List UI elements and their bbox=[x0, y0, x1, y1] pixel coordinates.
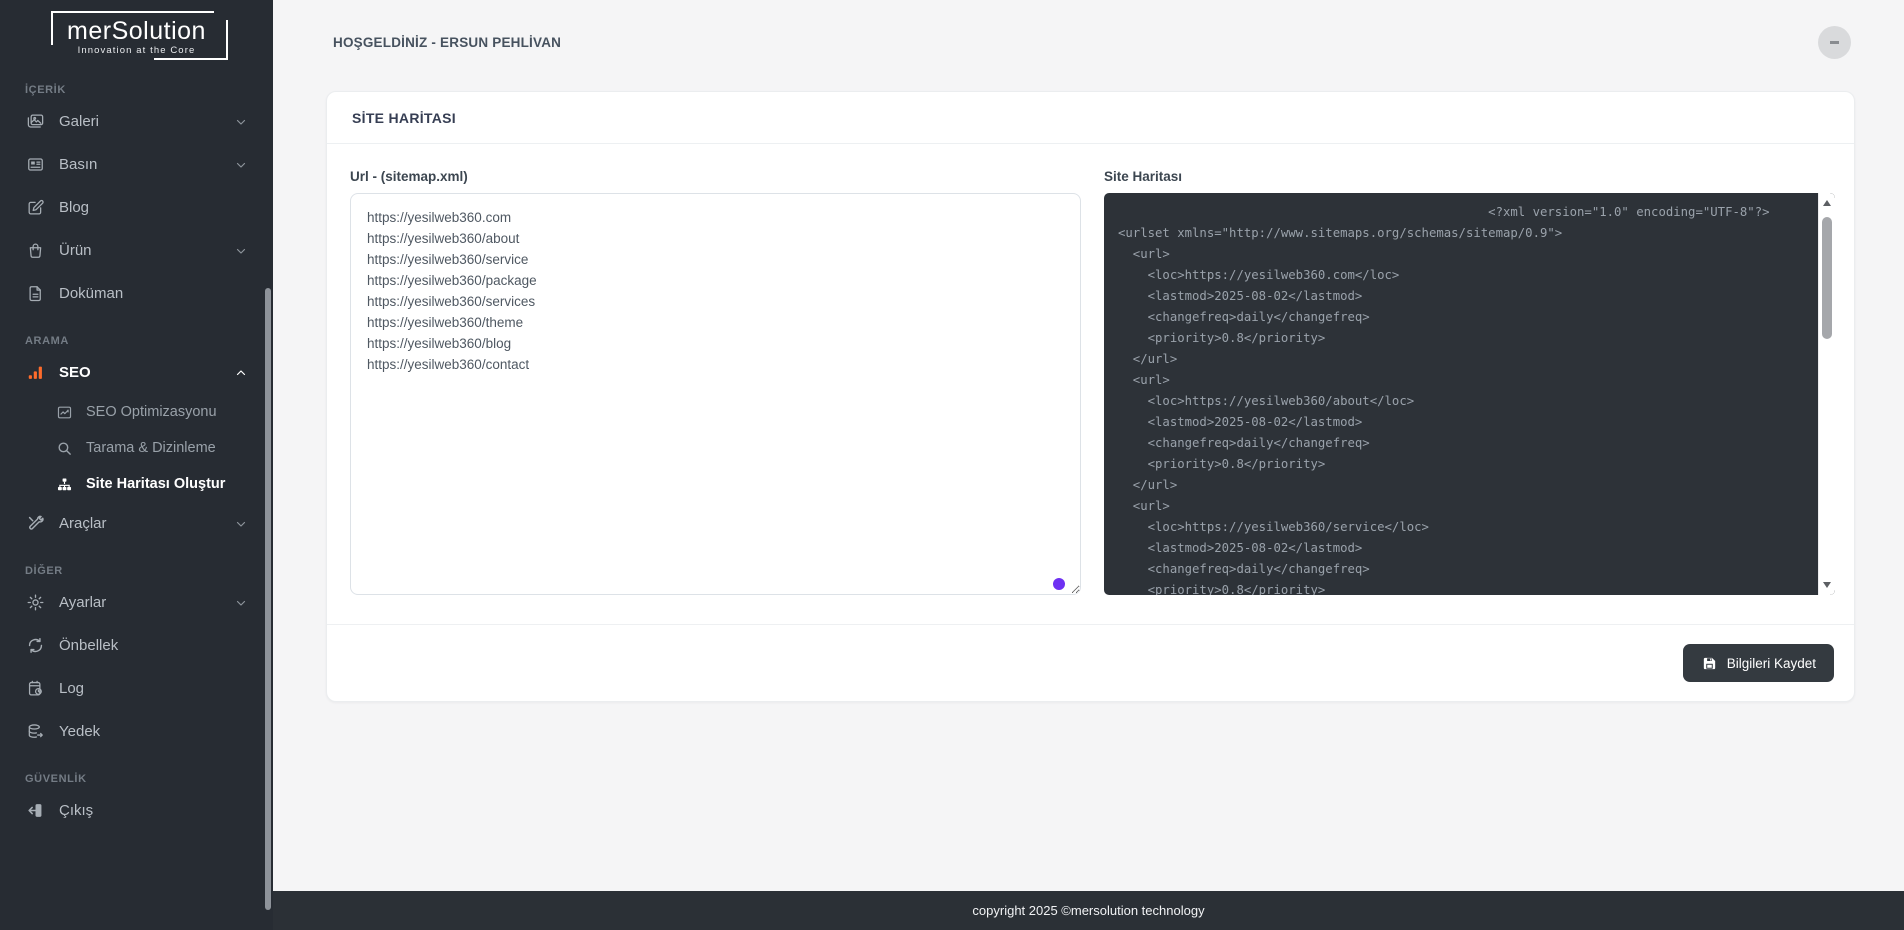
sidebar-item-galeri[interactable]: Galeri bbox=[0, 100, 273, 143]
sitemap-column: Site Haritası <?xml version="1.0" encodi… bbox=[1104, 169, 1835, 600]
search-icon bbox=[55, 439, 73, 457]
sidebar-item-label: Blog bbox=[59, 199, 247, 216]
sidebar-scrollbar[interactable] bbox=[265, 288, 271, 910]
welcome-text: HOŞGELDİNİZ - ERSUN PEHLİVAN bbox=[333, 35, 561, 50]
sidebar-item-label: Log bbox=[59, 680, 247, 697]
scrollbar-arrow-up-icon[interactable] bbox=[1823, 200, 1831, 206]
sidebar-item-label: Çıkış bbox=[59, 802, 247, 819]
sidebar-item-onbellek[interactable]: Önbellek bbox=[0, 624, 273, 667]
sidebar-item-seo[interactable]: SEO bbox=[0, 351, 273, 394]
avatar-button[interactable] bbox=[1818, 26, 1851, 59]
purple-indicator-dot[interactable] bbox=[1053, 578, 1065, 590]
tools-icon bbox=[25, 514, 45, 534]
sidebar-item-label: SEO Optimizasyonu bbox=[86, 404, 247, 420]
chevron-down-icon bbox=[235, 159, 247, 171]
sidebar-item-label: Araçlar bbox=[59, 515, 221, 532]
sidebar-item-label: Tarama & Dizinleme bbox=[86, 440, 247, 456]
sitemap-xml-code[interactable]: <?xml version="1.0" encoding="UTF-8"?> <… bbox=[1104, 193, 1818, 595]
section-label-guvenlik: GÜVENLİK bbox=[25, 773, 273, 785]
sidebar-item-label: Ürün bbox=[59, 242, 221, 259]
sidebar-item-label: Ayarlar bbox=[59, 594, 221, 611]
broken-avatar-icon bbox=[1830, 41, 1839, 44]
save-floppy-icon bbox=[1701, 655, 1718, 672]
card-body: Url - (sitemap.xml) Site Haritası <?xml … bbox=[327, 144, 1854, 624]
save-button[interactable]: Bilgileri Kaydet bbox=[1683, 644, 1834, 682]
save-button-label: Bilgileri Kaydet bbox=[1727, 656, 1816, 671]
sidebar-item-site-haritasi-olustur[interactable]: Site Haritası Oluştur bbox=[0, 466, 273, 502]
card-footer: Bilgileri Kaydet bbox=[327, 624, 1854, 701]
chevron-down-icon bbox=[235, 245, 247, 257]
card-header: SİTE HARİTASI bbox=[327, 92, 1854, 144]
sidebar-item-label: Basın bbox=[59, 156, 221, 173]
sidebar-item-seo-optimizasyonu[interactable]: SEO Optimizasyonu bbox=[0, 394, 273, 430]
main-area: HOŞGELDİNİZ - ERSUN PEHLİVAN SİTE HARİTA… bbox=[273, 0, 1904, 930]
gallery-icon bbox=[25, 112, 45, 132]
sidebar-item-label: Galeri bbox=[59, 113, 221, 130]
chevron-down-icon bbox=[235, 518, 247, 530]
copyright-text: copyright 2025 ©mersolution technology bbox=[972, 903, 1204, 918]
section-label-arama: ARAMA bbox=[25, 335, 273, 347]
blog-icon bbox=[25, 198, 45, 218]
scrollbar-thumb[interactable] bbox=[1822, 217, 1832, 339]
document-icon bbox=[25, 284, 45, 304]
sidebar-item-yedek[interactable]: Yedek bbox=[0, 710, 273, 753]
logo-title: merSolution bbox=[67, 18, 206, 44]
sitemap-url-textarea[interactable] bbox=[350, 193, 1081, 595]
seo-bars-icon bbox=[25, 363, 45, 383]
sidebar-item-urun[interactable]: Ürün bbox=[0, 229, 273, 272]
sidebar-item-label: Doküman bbox=[59, 285, 247, 302]
refresh-icon bbox=[25, 636, 45, 656]
gear-icon bbox=[25, 593, 45, 613]
sidebar-item-log[interactable]: Log bbox=[0, 667, 273, 710]
chevron-up-icon bbox=[235, 367, 247, 379]
database-icon bbox=[25, 722, 45, 742]
press-icon bbox=[25, 155, 45, 175]
sitemap-card: SİTE HARİTASI Url - (sitemap.xml) Site H… bbox=[326, 91, 1855, 702]
section-label-icerik: İÇERİK bbox=[25, 84, 273, 96]
chart-line-icon bbox=[55, 403, 73, 421]
sidebar-item-label: SEO bbox=[59, 364, 221, 381]
sitemap-xml-panel: <?xml version="1.0" encoding="UTF-8"?> <… bbox=[1104, 193, 1835, 595]
section-label-diger: DİĞER bbox=[25, 565, 273, 577]
scrollbar-arrow-down-icon[interactable] bbox=[1823, 582, 1831, 588]
sitemap-label: Site Haritası bbox=[1104, 169, 1835, 184]
sidebar-item-blog[interactable]: Blog bbox=[0, 186, 273, 229]
url-label: Url - (sitemap.xml) bbox=[350, 169, 1081, 184]
seo-submenu: SEO Optimizasyonu Tarama & Dizinleme Sit… bbox=[0, 394, 273, 502]
sitemap-icon bbox=[55, 475, 73, 493]
sidebar-item-cikis[interactable]: Çıkış bbox=[0, 789, 273, 832]
sidebar-item-label: Yedek bbox=[59, 723, 247, 740]
logout-icon bbox=[25, 801, 45, 821]
sidebar-item-araclar[interactable]: Araçlar bbox=[0, 502, 273, 545]
sidebar-item-basin[interactable]: Basın bbox=[0, 143, 273, 186]
card-title: SİTE HARİTASI bbox=[352, 110, 1829, 126]
log-clipboard-icon bbox=[25, 679, 45, 699]
sidebar-item-ayarlar[interactable]: Ayarlar bbox=[0, 581, 273, 624]
sidebar-item-dokuman[interactable]: Doküman bbox=[0, 272, 273, 315]
sidebar-item-tarama-dizinleme[interactable]: Tarama & Dizinleme bbox=[0, 430, 273, 466]
sidebar: merSolution Innovation at the Core İÇERİ… bbox=[0, 0, 273, 930]
url-column: Url - (sitemap.xml) bbox=[350, 169, 1081, 600]
sidebar-item-label: Site Haritası Oluştur bbox=[86, 476, 247, 492]
chevron-down-icon bbox=[235, 597, 247, 609]
content: SİTE HARİTASI Url - (sitemap.xml) Site H… bbox=[273, 84, 1904, 891]
logo[interactable]: merSolution Innovation at the Core bbox=[0, 0, 273, 64]
sidebar-item-label: Önbellek bbox=[59, 637, 247, 654]
chevron-down-icon bbox=[235, 116, 247, 128]
code-scrollbar[interactable] bbox=[1818, 193, 1835, 595]
footer: copyright 2025 ©mersolution technology bbox=[273, 891, 1904, 930]
topbar: HOŞGELDİNİZ - ERSUN PEHLİVAN bbox=[273, 0, 1904, 84]
product-icon bbox=[25, 241, 45, 261]
logo-subtitle: Innovation at the Core bbox=[67, 45, 206, 56]
